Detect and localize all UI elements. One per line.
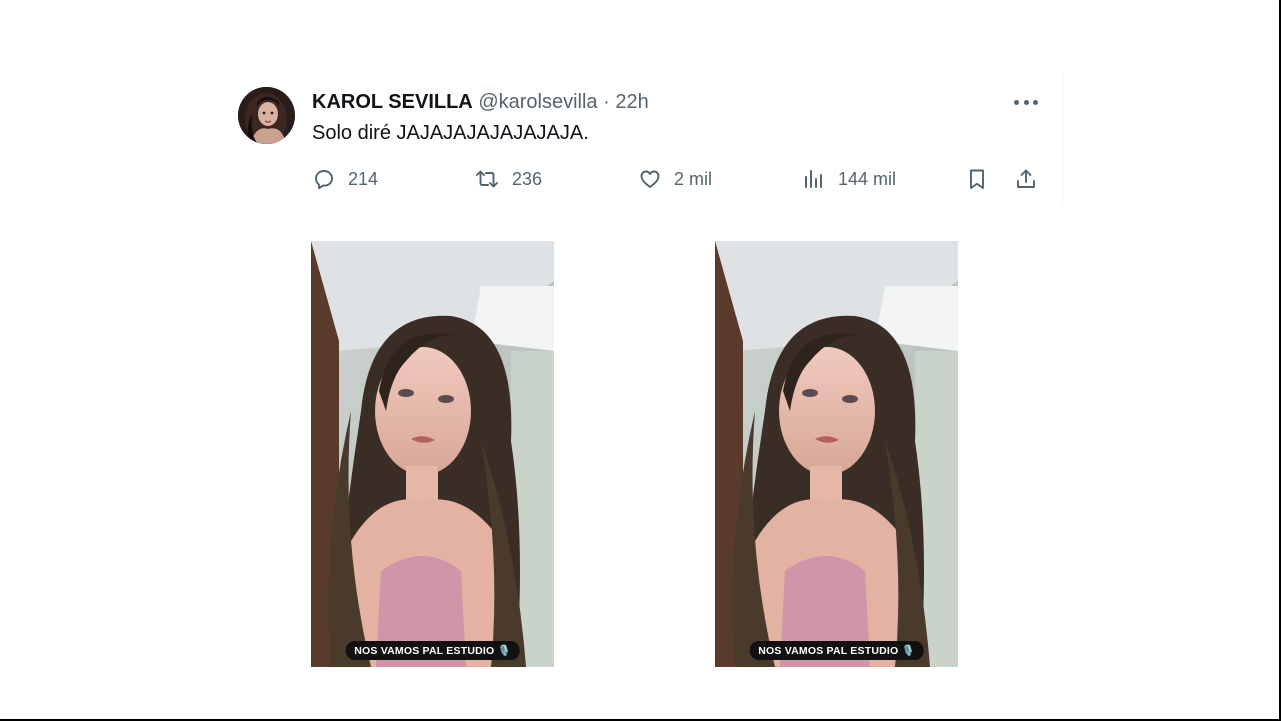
share-upload-icon xyxy=(1014,167,1038,191)
repost-icon xyxy=(474,167,500,191)
views-button[interactable]: 144 mil xyxy=(802,164,896,194)
bookmark-button[interactable] xyxy=(965,164,989,194)
story-caption: NOS VAMOS PAL ESTUDIO 🎙️ xyxy=(749,641,924,660)
views-chart-icon xyxy=(802,167,826,191)
repost-button[interactable]: 236 xyxy=(474,164,542,194)
timestamp[interactable]: 22h xyxy=(615,91,648,113)
more-horizontal-icon[interactable] xyxy=(1014,92,1038,112)
bookmark-icon xyxy=(965,167,989,191)
story-photo-2[interactable]: NOS VAMOS PAL ESTUDIO 🎙️ xyxy=(715,241,958,667)
tweet-card[interactable]: KAROL SEVILLA @karolsevilla · 22h Solo d… xyxy=(238,72,1063,206)
share-button[interactable] xyxy=(1014,164,1038,194)
views-count: 144 mil xyxy=(838,168,897,189)
tweet-text: Solo diré JAJAJAJAJAJAJAJA. xyxy=(312,122,589,144)
reply-icon xyxy=(312,167,336,191)
story-caption: NOS VAMOS PAL ESTUDIO 🎙️ xyxy=(345,641,520,660)
user-handle[interactable]: @karolsevilla xyxy=(478,91,597,113)
reply-button[interactable]: 214 xyxy=(312,164,378,194)
repost-count: 236 xyxy=(512,168,543,189)
tweet-actions: 214 236 2 mil 144 mil xyxy=(312,164,1040,194)
separator: · xyxy=(603,91,610,113)
story-photo-1[interactable]: NOS VAMOS PAL ESTUDIO 🎙️ xyxy=(311,241,554,667)
tweet-header: KAROL SEVILLA @karolsevilla · 22h xyxy=(312,90,649,114)
like-button[interactable]: 2 mil xyxy=(638,164,712,194)
heart-icon xyxy=(638,167,662,191)
display-name[interactable]: KAROL SEVILLA xyxy=(312,91,473,113)
like-count: 2 mil xyxy=(674,168,713,189)
avatar[interactable] xyxy=(238,87,295,144)
reply-count: 214 xyxy=(348,168,379,189)
